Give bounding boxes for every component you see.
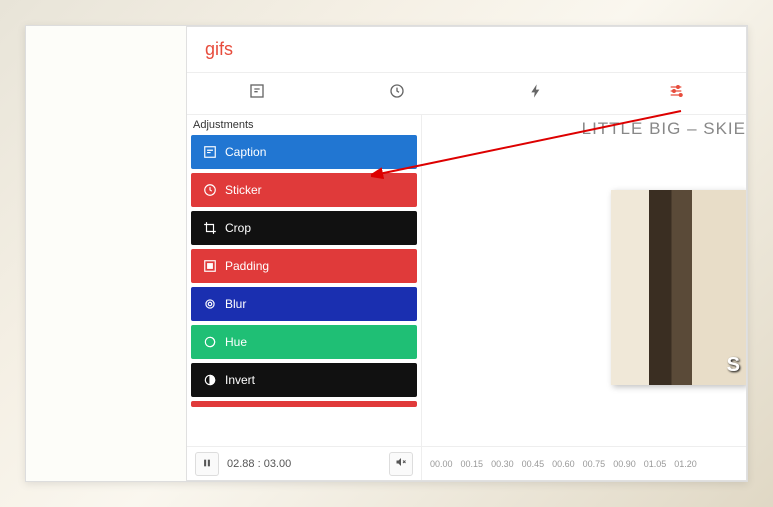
adjustment-blur[interactable]: Blur (191, 287, 417, 321)
editor-body: Adjustments Caption Sticker Crop Padding Blu… (187, 115, 746, 446)
adjustment-partial[interactable] (191, 401, 417, 407)
sticker-icon (203, 183, 217, 197)
adjustments-list[interactable]: Caption Sticker Crop Padding Blur Hue Invert (187, 135, 421, 446)
adjustment-label: Caption (225, 145, 266, 159)
bolt-icon (528, 86, 544, 103)
adjustment-padding[interactable]: Padding (191, 249, 417, 283)
tab-adjustments[interactable] (606, 73, 746, 114)
playback-controls: 02.88 : 03.00 (187, 447, 422, 480)
timeline-bar: 02.88 : 03.00 00.0000.1500.3000.4500.600… (187, 446, 746, 480)
adjustment-caption[interactable]: Caption (191, 135, 417, 169)
video-title: LITTLE BIG – SKIE (582, 119, 746, 139)
tab-timer[interactable] (327, 73, 467, 114)
adjustment-label: Hue (225, 335, 247, 349)
blur-icon (203, 297, 217, 311)
adjustment-label: Crop (225, 221, 251, 235)
timeline-tick: 00.45 (522, 459, 545, 469)
adjustment-sticker[interactable]: Sticker (191, 173, 417, 207)
timer-icon (389, 86, 405, 103)
tool-tabs (187, 73, 746, 115)
adjustment-label: Blur (225, 297, 246, 311)
tab-effects[interactable] (467, 73, 607, 114)
caption-icon (203, 145, 217, 159)
timeline-tick: 01.05 (644, 459, 667, 469)
timeline-tick: 01.20 (674, 459, 697, 469)
app-frame: gifs (25, 25, 748, 482)
timeline-tick: 00.90 (613, 459, 636, 469)
invert-icon (203, 373, 217, 387)
brand-logo: gifs (205, 39, 728, 60)
mute-button[interactable] (389, 452, 413, 476)
editor-window: gifs (186, 26, 747, 481)
header: gifs (187, 27, 746, 73)
time-display: 02.88 : 03.00 (227, 458, 381, 470)
sidebar: Adjustments Caption Sticker Crop Padding Blu… (187, 115, 422, 446)
timeline-tick: 00.75 (583, 459, 606, 469)
adjustment-invert[interactable]: Invert (191, 363, 417, 397)
timeline-ruler[interactable]: 00.00 00.15 00.30 00.45 00.60 00.75 00.90 01.05… (422, 459, 746, 469)
padding-icon (203, 259, 217, 273)
sliders-icon (668, 86, 684, 103)
adjustment-label: Sticker (225, 183, 262, 197)
volume-muted-icon (395, 455, 407, 473)
preview-pane: LITTLE BIG – SKIE (422, 115, 746, 446)
adjustment-hue[interactable]: Hue (191, 325, 417, 359)
video-thumbnail[interactable] (611, 190, 746, 385)
section-label: Adjustments (187, 115, 421, 135)
adjustment-crop[interactable]: Crop (191, 211, 417, 245)
timeline-tick: 00.15 (461, 459, 484, 469)
crop-icon (203, 221, 217, 235)
timeline-tick: 00.60 (552, 459, 575, 469)
pause-button[interactable] (195, 452, 219, 476)
tab-caption[interactable] (187, 73, 327, 114)
pause-icon (202, 455, 212, 473)
timeline-tick: 00.00 (430, 459, 453, 469)
caption-outline-icon (249, 86, 265, 103)
adjustment-label: Padding (225, 259, 269, 273)
hue-icon (203, 335, 217, 349)
timeline-tick: 00.30 (491, 459, 514, 469)
adjustment-label: Invert (225, 373, 255, 387)
